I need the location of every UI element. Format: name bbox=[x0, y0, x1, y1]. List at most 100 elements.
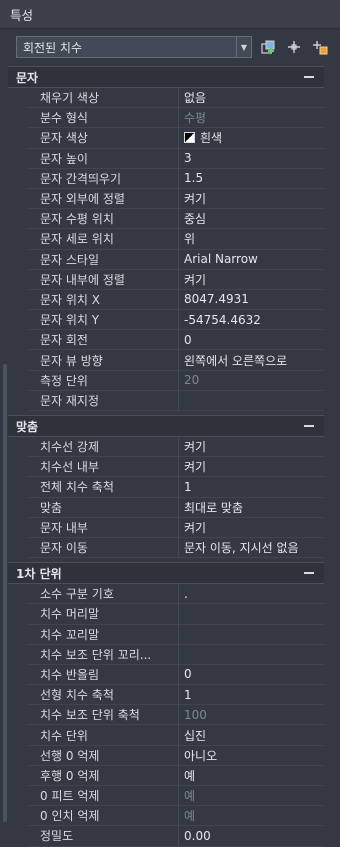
property-value[interactable]: 왼쪽에서 오른쪽으로 bbox=[179, 350, 324, 369]
property-label: 문자 스타일 bbox=[28, 249, 179, 269]
property-label: 0 인치 억제 bbox=[28, 806, 179, 826]
section-title: 맞춤 bbox=[16, 419, 39, 434]
property-row[interactable]: 채우기 색상 없음 bbox=[28, 88, 324, 109]
property-value-text: Arial Narrow bbox=[184, 252, 258, 267]
property-row[interactable]: 치수 보조 단위 꼬리... bbox=[28, 644, 324, 665]
property-value[interactable]: 아니오 bbox=[179, 746, 324, 765]
property-row[interactable]: 치수 꼬리말 bbox=[28, 624, 324, 645]
property-value[interactable] bbox=[179, 604, 324, 623]
property-value[interactable]: 0 bbox=[179, 330, 324, 349]
property-value-text: 3 bbox=[184, 151, 192, 166]
collapse-icon[interactable] bbox=[304, 76, 314, 78]
property-row[interactable]: 문자 간격띄우기 1.5 bbox=[28, 168, 324, 189]
property-value[interactable]: 100 bbox=[179, 705, 324, 724]
property-value[interactable]: 문자 이동, 지시선 없음 bbox=[179, 538, 324, 557]
property-value[interactable]: 십진 bbox=[179, 725, 324, 744]
property-row[interactable]: 치수 머리말 bbox=[28, 604, 324, 625]
property-row[interactable]: 치수 단위 십진 bbox=[28, 725, 324, 746]
property-label: 채우기 색상 bbox=[28, 88, 179, 108]
property-row[interactable]: 문자 뷰 방향 왼쪽에서 오른쪽으로 bbox=[28, 350, 324, 371]
property-row[interactable]: 0 피트 억제 예 bbox=[28, 786, 324, 807]
quick-select-icon[interactable] bbox=[310, 37, 330, 57]
property-row[interactable]: 문자 높이 3 bbox=[28, 148, 324, 169]
property-row[interactable]: 분수 형식 수평 bbox=[28, 108, 324, 129]
property-value[interactable]: Arial Narrow bbox=[179, 250, 324, 269]
property-value[interactable]: 켜기 bbox=[179, 457, 324, 476]
property-value[interactable]: 0.00 bbox=[179, 826, 324, 845]
property-row[interactable]: 문자 재지정 bbox=[28, 390, 324, 411]
section-header-fit[interactable]: 맞춤 bbox=[8, 415, 324, 437]
property-value[interactable]: -54754.4632 bbox=[179, 310, 324, 329]
property-value-text: . bbox=[184, 586, 188, 601]
collapse-icon[interactable] bbox=[304, 572, 314, 575]
property-value[interactable]: 켜기 bbox=[179, 437, 324, 456]
property-row[interactable]: 치수선 내부 켜기 bbox=[28, 457, 324, 478]
property-row[interactable]: 문자 위치 Y -54754.4632 bbox=[28, 310, 324, 331]
property-row[interactable]: 소수 구분 기호. bbox=[28, 584, 324, 605]
property-value-text: 없음 bbox=[184, 91, 207, 106]
toggle-pickadd-icon[interactable] bbox=[258, 37, 278, 57]
property-row[interactable]: 정밀도 0.00 bbox=[28, 826, 324, 847]
property-value[interactable]: 1 bbox=[179, 477, 324, 496]
property-value[interactable]: 20 bbox=[179, 371, 324, 390]
select-objects-icon[interactable] bbox=[284, 37, 304, 57]
property-row[interactable]: 문자 수평 위치 중심 bbox=[28, 209, 324, 230]
property-value[interactable]: 켜기 bbox=[179, 518, 324, 537]
property-value-text: 100 bbox=[184, 707, 207, 722]
property-row[interactable]: 문자 스타일 Arial Narrow bbox=[28, 249, 324, 270]
property-row[interactable]: 선행 0 억제 아니오 bbox=[28, 745, 324, 766]
property-label: 문자 이동 bbox=[28, 537, 179, 558]
property-label: 치수선 강제 bbox=[28, 437, 179, 457]
property-row[interactable]: 치수선 강제 켜기 bbox=[28, 437, 324, 458]
collapse-icon[interactable] bbox=[304, 425, 314, 427]
object-type-dropdown[interactable]: 회전된 치수 ▼ bbox=[16, 36, 252, 58]
property-value[interactable]: 예 bbox=[179, 806, 324, 825]
property-row[interactable]: 문자 이동 문자 이동, 지시선 없음 bbox=[28, 537, 324, 559]
property-label: 문자 세로 위치 bbox=[28, 229, 179, 249]
property-row[interactable]: 문자 세로 위치 위 bbox=[28, 229, 324, 250]
property-value[interactable]: 수평 bbox=[179, 108, 324, 127]
property-row[interactable]: 문자 색상 흰색 bbox=[28, 128, 324, 149]
property-label: 문자 높이 bbox=[28, 148, 179, 168]
property-row[interactable]: 0 인치 억제 예 bbox=[28, 806, 324, 827]
property-value[interactable]: 예 bbox=[179, 766, 324, 785]
chevron-down-icon[interactable]: ▼ bbox=[236, 37, 251, 57]
property-row[interactable]: 후행 0 억제 예 bbox=[28, 765, 324, 786]
property-value[interactable]: 흰색 bbox=[179, 128, 324, 147]
property-value[interactable]: 켜기 bbox=[179, 189, 324, 208]
property-value[interactable]: 최대로 맞춤 bbox=[179, 498, 324, 517]
property-value[interactable]: 1.5 bbox=[179, 169, 324, 188]
property-row[interactable]: 문자 외부에 정렬 켜기 bbox=[28, 188, 324, 210]
property-row[interactable]: 측정 단위 20 bbox=[28, 370, 324, 391]
vertical-scrollbar[interactable] bbox=[3, 364, 7, 822]
property-value[interactable]: 8047.4931 bbox=[179, 290, 324, 309]
property-label: 치수선 내부 bbox=[28, 457, 179, 477]
property-value[interactable]: 예 bbox=[179, 786, 324, 805]
property-row[interactable]: 문자 내부에 정렬 켜기 bbox=[28, 269, 324, 290]
property-row[interactable]: 선형 치수 축척 1 bbox=[28, 685, 324, 706]
property-row[interactable]: 치수 반올림 0 bbox=[28, 664, 324, 686]
property-value[interactable]: 3 bbox=[179, 149, 324, 168]
property-value[interactable]: 없음 bbox=[179, 88, 324, 107]
section-header-text[interactable]: 문자 bbox=[8, 66, 324, 88]
property-label: 치수 꼬리말 bbox=[28, 624, 179, 644]
property-row[interactable]: 문자 내부 켜기 bbox=[28, 517, 324, 538]
property-value[interactable]: 중심 bbox=[179, 209, 324, 228]
property-row[interactable]: 문자 위치 X 8047.4931 bbox=[28, 289, 324, 311]
section-title: 문자 bbox=[16, 70, 39, 85]
section-header-primary-units[interactable]: 1차 단위 bbox=[8, 562, 324, 585]
property-value[interactable] bbox=[179, 625, 324, 644]
property-value[interactable]: 0 bbox=[179, 665, 324, 684]
property-label: 정밀도 bbox=[28, 826, 179, 846]
property-row[interactable]: 맞춤 최대로 맞춤 bbox=[28, 497, 324, 518]
property-row[interactable]: 치수 보조 단위 축척 100 bbox=[28, 705, 324, 726]
property-value[interactable]: . bbox=[179, 584, 324, 603]
property-value[interactable] bbox=[179, 645, 324, 664]
property-value-text: 0 bbox=[184, 332, 192, 347]
property-row[interactable]: 문자 회전 0 bbox=[28, 330, 324, 351]
property-row[interactable]: 전체 치수 축척 1 bbox=[28, 477, 324, 498]
property-value[interactable]: 켜기 bbox=[179, 270, 324, 289]
property-value[interactable]: 1 bbox=[179, 685, 324, 704]
property-value[interactable]: 위 bbox=[179, 229, 324, 248]
property-value[interactable] bbox=[179, 391, 324, 410]
